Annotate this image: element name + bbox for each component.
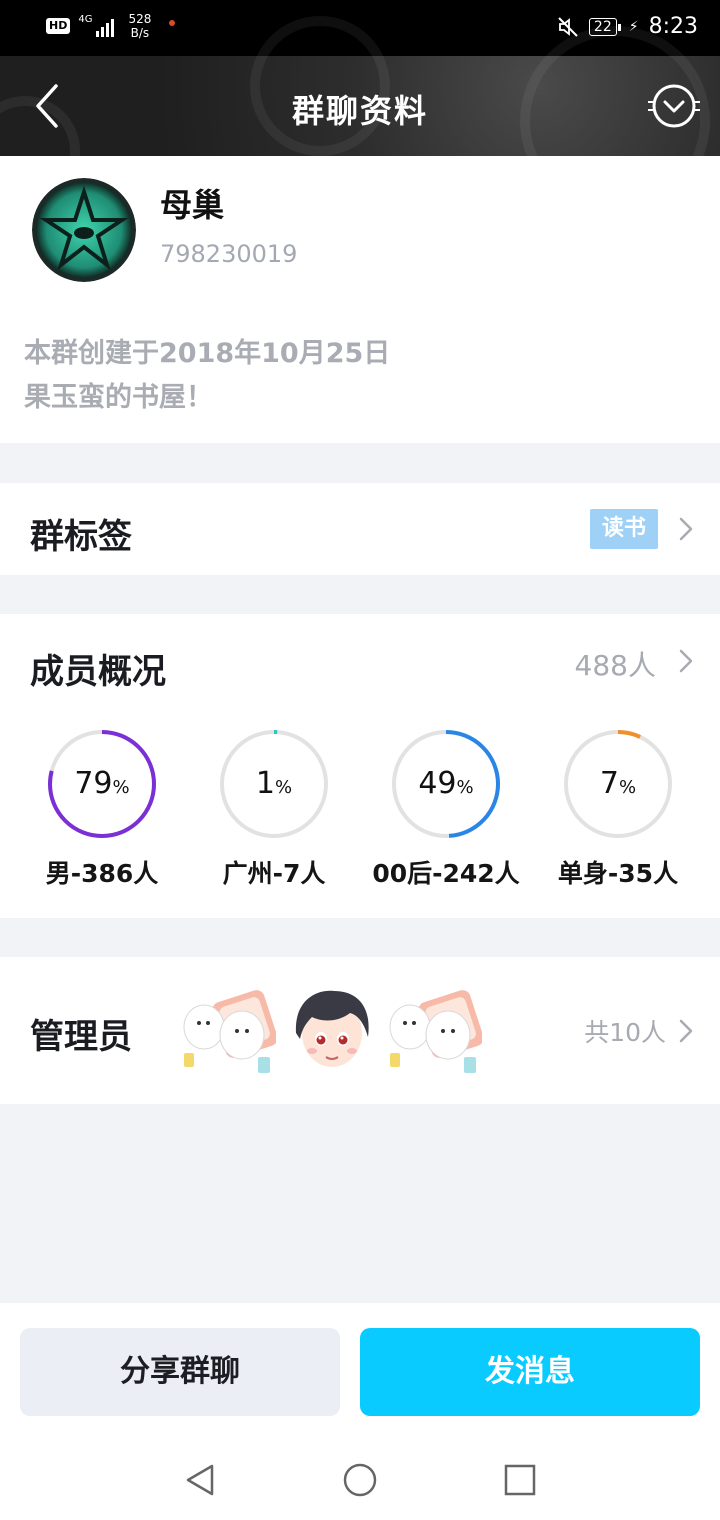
stat-percent-value: 49 <box>418 766 457 801</box>
stat-label: 男-386人 <box>45 859 159 888</box>
group-name: 母巢 <box>160 186 225 224</box>
group-tags-label: 群标签 <box>30 517 132 557</box>
network-speed: 528 B/s <box>128 12 152 40</box>
record-dot-icon <box>169 20 176 26</box>
stat-percent-unit: % <box>112 777 130 798</box>
stat-percent: 7% <box>558 766 678 801</box>
member-stat: 7% 单身-35人 <box>518 724 718 890</box>
admin-avatar[interactable] <box>386 983 482 1079</box>
send-message-button[interactable]: 发消息 <box>360 1328 700 1416</box>
group-intro: 本群创建于2018年10月25日 果玉蛮的书屋！ <box>24 332 390 420</box>
stat-percent: 49% <box>386 766 506 801</box>
stat-percent-value: 7 <box>599 766 619 801</box>
stat-percent-unit: % <box>456 777 474 798</box>
nav-recents-icon[interactable] <box>502 1462 538 1498</box>
member-stat: 1% 广州-7人 <box>174 724 374 890</box>
chevron-right-icon <box>679 1019 693 1043</box>
group-id: 798230019 <box>160 240 298 268</box>
intro-line: 本群创建于2018年10月25日 <box>24 338 391 369</box>
member-stat: 49% 00后-242人 <box>346 724 546 890</box>
nav-home-icon[interactable] <box>342 1462 378 1498</box>
group-avatar[interactable] <box>32 178 136 282</box>
member-overview-card[interactable]: 成员概况 488人 79% 男-386人 1% 广州-7人 49% 00后-242人 7% 单… <box>0 614 720 918</box>
chevron-right-icon <box>679 649 693 673</box>
nav-back-icon[interactable] <box>182 1462 218 1498</box>
stat-percent: 79% <box>42 766 162 801</box>
share-group-button[interactable]: 分享群聊 <box>20 1328 340 1416</box>
page-title: 群聊资料 <box>291 92 428 130</box>
stat-percent-value: 1 <box>255 766 275 801</box>
member-overview-label: 成员概况 <box>30 652 166 692</box>
stat-label: 广州-7人 <box>222 859 326 888</box>
title-bar: 群聊资料 <box>0 16 720 216</box>
admins-row[interactable]: 管理员 共10人 <box>0 957 720 1104</box>
member-count: 488人 <box>574 649 656 682</box>
signal-icon: 4G <box>78 15 115 37</box>
admins-label: 管理员 <box>30 1017 132 1057</box>
admin-count: 共10人 <box>584 1018 666 1047</box>
member-stat: 79% 男-386人 <box>2 724 202 890</box>
hd-badge: HD <box>46 18 71 34</box>
intro-line: 果玉蛮的书屋！ <box>24 382 213 413</box>
system-nav-bar <box>0 1440 720 1520</box>
stat-percent-value: 79 <box>74 766 113 801</box>
action-bar: 分享群聊 发消息 <box>0 1303 720 1440</box>
group-tags-row[interactable]: 群标签 读书 <box>0 483 720 575</box>
admin-avatars <box>180 983 482 1079</box>
chevron-right-icon <box>679 517 693 541</box>
stat-percent-unit: % <box>618 777 637 798</box>
stat-label: 单身-35人 <box>557 859 679 888</box>
admin-avatar[interactable] <box>180 983 276 1079</box>
stat-percent: 1% <box>214 766 334 801</box>
tag-chip: 读书 <box>590 509 658 549</box>
stat-percent-unit: % <box>274 777 293 798</box>
more-options-button[interactable] <box>646 80 702 132</box>
admin-avatar[interactable] <box>284 983 380 1079</box>
stat-label: 00后-242人 <box>372 859 520 888</box>
